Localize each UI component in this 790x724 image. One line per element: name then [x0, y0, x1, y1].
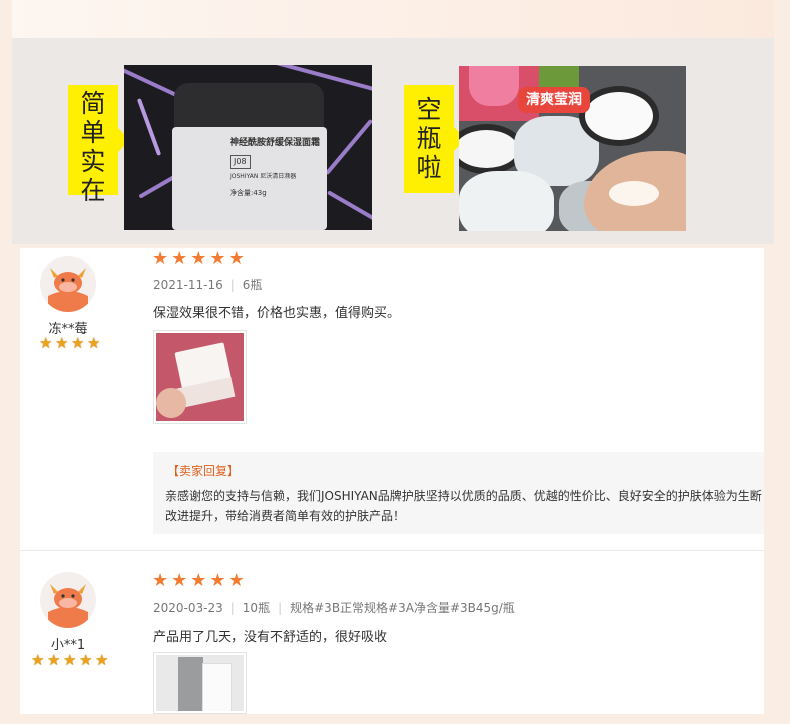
review-item: 冻**莓 ★ ★ ★ ★ ★ ★ ★ ★ ★ 2021-11-16 | 6瓶 保湿效… — [20, 248, 764, 551]
star-icon: ★ — [152, 248, 169, 269]
review-text: 产品用了几天，没有不舒适的，很好吸收 — [153, 630, 388, 645]
caption-simple: 简 单 实 在 — [68, 85, 130, 205]
star-icon: ★ — [228, 570, 245, 591]
star-icon: ★ — [209, 570, 226, 591]
review-quantity: 6瓶 — [242, 278, 263, 292]
review-photo-thumbnail[interactable] — [153, 652, 247, 714]
meta-divider: | — [230, 601, 235, 615]
review-photo-thumbnail[interactable] — [153, 330, 247, 424]
cow-avatar-icon — [40, 256, 96, 312]
level-star-icon: ★ — [71, 334, 85, 352]
review-date: 2020-03-23 — [153, 601, 223, 615]
review-meta: 2021-11-16 | 6瓶 — [153, 276, 262, 293]
review-spec: 规格#3B正常规格#3A净含量#3B45g/瓶 — [290, 601, 515, 615]
review-text: 保湿效果很不错，价格也实惠，值得购买。 — [153, 306, 401, 321]
meta-divider: | — [278, 601, 283, 615]
reviewer-nickname: 冻**莓 — [48, 322, 88, 337]
texture-tag: 清爽莹润 — [518, 87, 590, 113]
level-star-icon: ★ — [63, 651, 77, 669]
level-star-icon: ★ — [55, 334, 69, 352]
level-star-icon: ★ — [87, 334, 101, 352]
level-star-icon: ★ — [31, 651, 45, 669]
caption-empty-jar: 空 瓶 啦 — [404, 85, 466, 193]
top-banner-strip — [12, 0, 774, 38]
caption-char: 简 — [80, 89, 106, 118]
review-meta: 2020-03-23 | 10瓶 | 规格#3B正常规格#3A净含量#3B45g/瓶 — [153, 599, 515, 616]
seller-reply: 【卖家回复】 亲感谢您的支持与信赖，我们JOSHIYAN品牌护肤坚持以优质的品质… — [153, 452, 764, 534]
review-quantity: 10瓶 — [242, 601, 271, 615]
caption-char: 单 — [80, 118, 106, 147]
caption-char: 实 — [80, 147, 106, 176]
jar-label-title: 神经酰胺舒缓保湿面霜 — [230, 138, 321, 148]
star-icon: ★ — [152, 570, 169, 591]
reviewer-level: ★ ★ ★ ★ ★ — [31, 653, 110, 668]
caption-char: 瓶 — [416, 124, 442, 153]
level-star-icon: ★ — [79, 651, 93, 669]
level-star-icon: ★ — [47, 651, 61, 669]
caption-char: 在 — [80, 176, 106, 205]
star-icon: ★ — [209, 248, 226, 269]
jar-label-code: J08 — [230, 155, 251, 169]
product-photo-jar: 神经酰胺舒缓保湿面霜 J08 JOSHIYAN 尼沃清日濒器 净含量:43g — [124, 65, 372, 230]
star-icon: ★ — [190, 248, 207, 269]
jar-label-brand: JOSHIYAN 尼沃清日濒器 — [230, 173, 297, 180]
cow-avatar-icon — [40, 572, 96, 628]
star-icon: ★ — [190, 570, 207, 591]
jar-label-weight: 净含量:43g — [230, 189, 267, 197]
level-star-icon: ★ — [95, 651, 109, 669]
avatar — [40, 572, 96, 628]
level-star-icon: ★ — [39, 334, 53, 352]
rating-stars: ★ ★ ★ ★ ★ — [152, 250, 245, 268]
star-icon: ★ — [171, 570, 188, 591]
rating-stars: ★ ★ ★ ★ ★ — [152, 572, 245, 590]
reply-title: 【卖家回复】 — [167, 464, 240, 478]
meta-divider: | — [230, 278, 235, 292]
review-date: 2021-11-16 — [153, 278, 223, 292]
review-item: 小**1 ★ ★ ★ ★ ★ ★ ★ ★ ★ ★ 2020-03-23 | 10瓶 |… — [20, 552, 764, 714]
star-icon: ★ — [228, 248, 245, 269]
caption-char: 空 — [416, 95, 442, 124]
reply-text: 亲感谢您的支持与信赖，我们JOSHIYAN品牌护肤坚持以优质的品质、优越的性价比… — [165, 489, 762, 523]
star-icon: ★ — [171, 248, 188, 269]
reviewer-level: ★ ★ ★ ★ — [39, 336, 102, 351]
avatar — [40, 256, 96, 312]
review-list: 冻**莓 ★ ★ ★ ★ ★ ★ ★ ★ ★ 2021-11-16 | 6瓶 保湿效… — [20, 248, 764, 714]
caption-char: 啦 — [416, 153, 442, 182]
